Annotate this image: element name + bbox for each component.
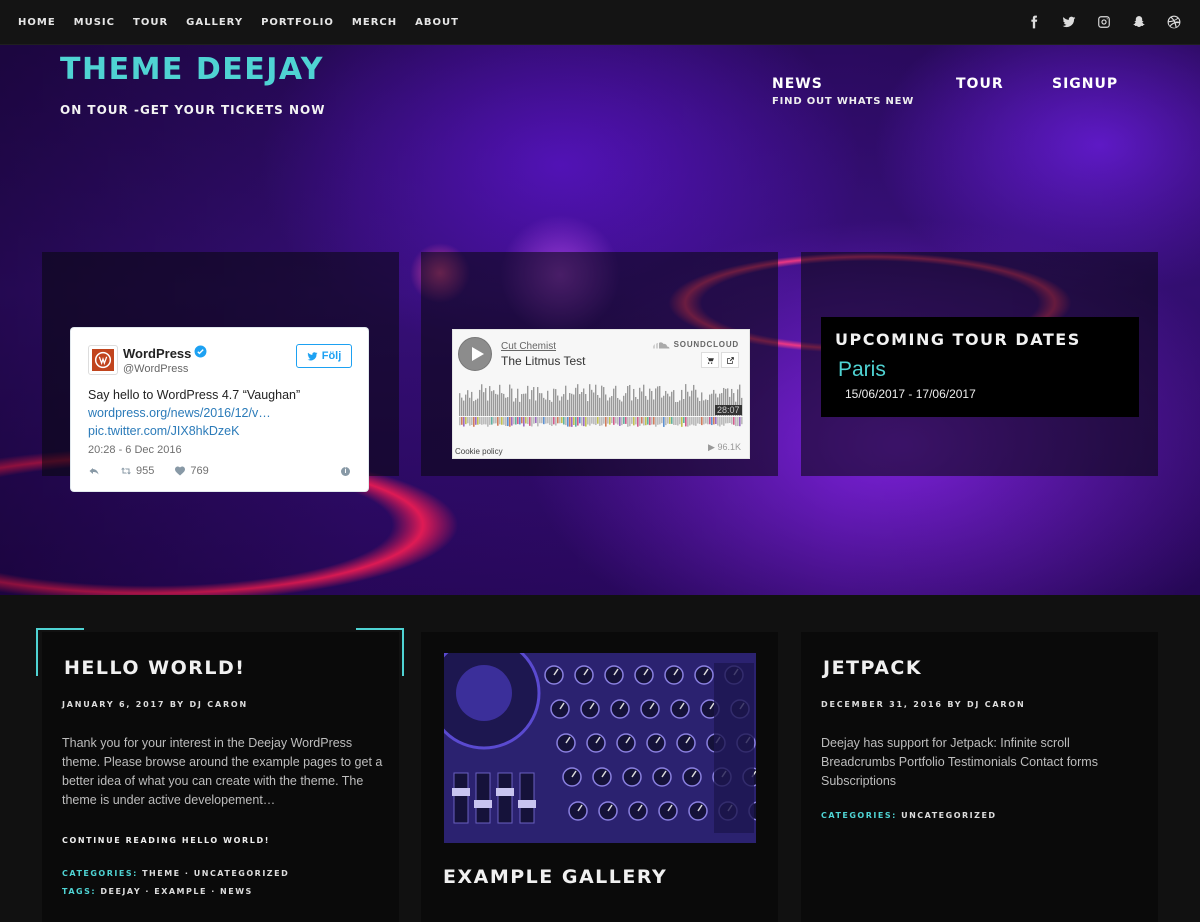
retweet-action[interactable]: 955 bbox=[120, 465, 154, 477]
info-icon[interactable]: i bbox=[341, 467, 350, 476]
facebook-icon[interactable] bbox=[1025, 14, 1042, 31]
tour-city-link[interactable]: Paris bbox=[838, 358, 886, 382]
tweet-text: Say hello to WordPress 4.7 “Vaughan” bbox=[88, 388, 301, 402]
main-nav: HOME MUSIC TOUR GALLERY PORTFOLIO MERCH … bbox=[18, 0, 459, 44]
track-duration: 28:07 bbox=[715, 405, 742, 415]
retweet-icon bbox=[121, 467, 131, 475]
play-button[interactable] bbox=[458, 337, 492, 371]
reply-icon bbox=[89, 468, 99, 475]
categories-label: CATEGORIES: bbox=[62, 869, 138, 878]
retweet-count: 955 bbox=[136, 465, 155, 477]
post-hello-world: HELLO WORLD! JANUARY 6, 2017 BY DJ CARON… bbox=[42, 632, 399, 922]
post-title[interactable]: JETPACK bbox=[823, 657, 922, 679]
post-excerpt: Deejay has support for Jetpack: Infinite… bbox=[821, 736, 1098, 788]
reply-action[interactable] bbox=[88, 465, 100, 477]
soundcloud-brand[interactable]: SOUNDCLOUD bbox=[652, 340, 739, 349]
tweet-link-news[interactable]: wordpress.org/news/2016/12/v… bbox=[88, 406, 271, 420]
post-title-gallery[interactable]: EXAMPLE GALLERY bbox=[443, 866, 667, 888]
post-excerpt: Thank you for your interest in the Deeja… bbox=[62, 736, 383, 807]
post-categories: CATEGORIES: THEME · UNCATEGORIZED bbox=[62, 869, 289, 878]
cookie-policy-link[interactable]: Cookie policy bbox=[455, 447, 503, 456]
tags-list[interactable]: DEEJAY · EXAMPLE · NEWS bbox=[100, 887, 252, 896]
hero-nav-news-sub: FIND OUT WHATS NEW bbox=[772, 96, 915, 107]
player-buttons bbox=[701, 352, 739, 368]
tweet-link-pic[interactable]: pic.twitter.com/JIX8hkDzeK bbox=[88, 424, 239, 438]
gallery-thumbnail[interactable] bbox=[444, 653, 756, 843]
site-tagline: ON TOUR -GET YOUR TICKETS NOW bbox=[60, 103, 326, 117]
soundcloud-brand-label: SOUNDCLOUD bbox=[673, 340, 739, 349]
track-artist[interactable]: Cut Chemist bbox=[501, 341, 556, 352]
cart-icon bbox=[706, 356, 714, 364]
play-count: ▶ 96.1K bbox=[708, 442, 741, 452]
instagram-icon[interactable] bbox=[1095, 14, 1112, 31]
tweet-actions: 955 769 bbox=[88, 465, 209, 477]
hero-nav-tour-label: TOUR bbox=[956, 76, 1004, 92]
hero-nav-news-label: NEWS bbox=[772, 76, 823, 92]
dribbble-icon[interactable] bbox=[1165, 14, 1182, 31]
post-meta: DECEMBER 31, 2016 BY DJ CARON bbox=[821, 700, 1026, 709]
like-count: 769 bbox=[190, 465, 209, 477]
hero-nav-signup[interactable]: SIGNUP bbox=[1052, 76, 1118, 92]
nav-portfolio[interactable]: PORTFOLIO bbox=[261, 17, 334, 28]
categories-label: CATEGORIES: bbox=[821, 811, 897, 820]
wordpress-logo-icon[interactable] bbox=[88, 345, 118, 375]
top-bar: HOME MUSIC TOUR GALLERY PORTFOLIO MERCH … bbox=[0, 0, 1200, 45]
track-title[interactable]: The Litmus Test bbox=[501, 354, 585, 368]
continue-reading-link[interactable]: CONTINUE READING HELLO WORLD! bbox=[62, 836, 270, 845]
buy-button[interactable] bbox=[701, 352, 719, 368]
site-title[interactable]: THEME DEEJAY bbox=[60, 52, 324, 87]
post-jetpack: JETPACK DECEMBER 31, 2016 BY DJ CARON De… bbox=[801, 632, 1158, 922]
social-links bbox=[1025, 0, 1182, 44]
tweet-author-name[interactable]: WordPress bbox=[123, 346, 191, 361]
tweet-timestamp[interactable]: 20:28 - 6 Dec 2016 bbox=[88, 444, 182, 456]
corner-accent-right bbox=[356, 628, 404, 676]
tour-dates-widget: UPCOMING TOUR DATES Paris 15/06/2017 - 1… bbox=[821, 317, 1139, 417]
snapchat-icon[interactable] bbox=[1130, 14, 1147, 31]
hero-nav-news[interactable]: NEWS FIND OUT WHATS NEW bbox=[772, 76, 914, 107]
twitter-bird-icon bbox=[307, 351, 318, 360]
hero-nav-tour[interactable]: TOUR bbox=[956, 76, 1004, 92]
tour-dates-title: UPCOMING TOUR DATES bbox=[835, 330, 1081, 349]
tour-date-range: 15/06/2017 - 17/06/2017 bbox=[845, 387, 976, 401]
nav-merch[interactable]: MERCH bbox=[352, 17, 397, 28]
heart-icon bbox=[175, 466, 186, 476]
nav-gallery[interactable]: GALLERY bbox=[186, 17, 243, 28]
twitter-icon[interactable] bbox=[1060, 14, 1077, 31]
post-meta: JANUARY 6, 2017 BY DJ CARON bbox=[62, 700, 249, 709]
soundcloud-cloud-icon bbox=[652, 341, 670, 348]
corner-accent-left bbox=[36, 628, 84, 676]
tags-label: TAGS: bbox=[62, 887, 97, 896]
verified-badge-icon bbox=[194, 345, 207, 358]
tweet-author-handle[interactable]: @WordPress bbox=[123, 363, 188, 375]
share-icon bbox=[726, 356, 734, 364]
like-action[interactable]: 769 bbox=[174, 465, 209, 477]
nav-tour[interactable]: TOUR bbox=[133, 17, 168, 28]
nav-about[interactable]: ABOUT bbox=[415, 17, 459, 28]
soundcloud-player: Cut Chemist The Litmus Test SOUNDCLOUD 2… bbox=[452, 329, 750, 459]
share-button[interactable] bbox=[721, 352, 739, 368]
follow-button-label: Följ bbox=[321, 350, 342, 362]
hero-nav-signup-label: SIGNUP bbox=[1052, 76, 1119, 92]
categories-list[interactable]: UNCATEGORIZED bbox=[901, 811, 996, 820]
categories-list[interactable]: THEME · UNCATEGORIZED bbox=[142, 869, 289, 878]
nav-home[interactable]: HOME bbox=[18, 17, 56, 28]
follow-button[interactable]: Följ bbox=[296, 344, 352, 368]
nav-music[interactable]: MUSIC bbox=[74, 17, 115, 28]
waveform[interactable] bbox=[459, 382, 743, 430]
post-tags: TAGS: DEEJAY · EXAMPLE · NEWS bbox=[62, 887, 253, 896]
embedded-tweet[interactable]: WordPress @WordPress Följ Say hello to W… bbox=[71, 328, 368, 491]
post-title[interactable]: HELLO WORLD! bbox=[64, 657, 245, 679]
hero-nav: NEWS FIND OUT WHATS NEW TOUR SIGNUP bbox=[772, 76, 1172, 126]
post-categories: CATEGORIES: UNCATEGORIZED bbox=[821, 811, 997, 820]
